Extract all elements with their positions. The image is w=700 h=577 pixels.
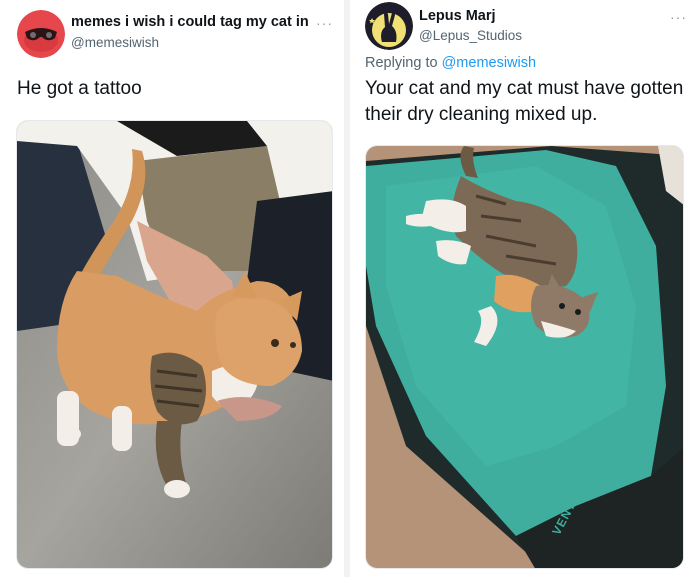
replying-to-line: Replying to @memesiwish [365, 55, 536, 71]
left-tweet: memes i wish i could tag my cat in @meme… [0, 0, 344, 577]
right-tweet-text: Your cat and my cat must have gotten the… [365, 78, 684, 125]
left-tweet-photo[interactable] [16, 120, 333, 569]
left-more-button[interactable]: ··· [316, 16, 333, 30]
left-display-name[interactable]: memes i wish i could tag my cat in [71, 14, 309, 30]
right-tweet: Lepus Marj @Lepus_Studios ··· Replying t… [350, 0, 700, 577]
lepus-avatar[interactable] [365, 2, 413, 50]
left-tweet-text: He got a tattoo [17, 78, 142, 99]
memes-avatar[interactable] [17, 10, 65, 58]
reply-mention-link[interactable]: @memesiwish [442, 55, 536, 71]
right-handle[interactable]: @Lepus_Studios [419, 28, 522, 43]
replying-to-label: Replying to [365, 55, 438, 71]
right-display-name[interactable]: Lepus Marj [419, 8, 496, 24]
rabbit-silhouette-icon [365, 2, 413, 50]
right-tweet-photo[interactable]: VENTURE 4TH [365, 145, 684, 569]
orange-tabby-cat-photo [17, 121, 332, 568]
cat-on-sleeping-bag-photo: VENTURE 4TH [366, 146, 683, 568]
left-handle[interactable]: @memesiwish [71, 35, 159, 50]
right-more-button[interactable]: ··· [670, 10, 687, 24]
red-cat-sunglasses-icon [17, 10, 65, 58]
